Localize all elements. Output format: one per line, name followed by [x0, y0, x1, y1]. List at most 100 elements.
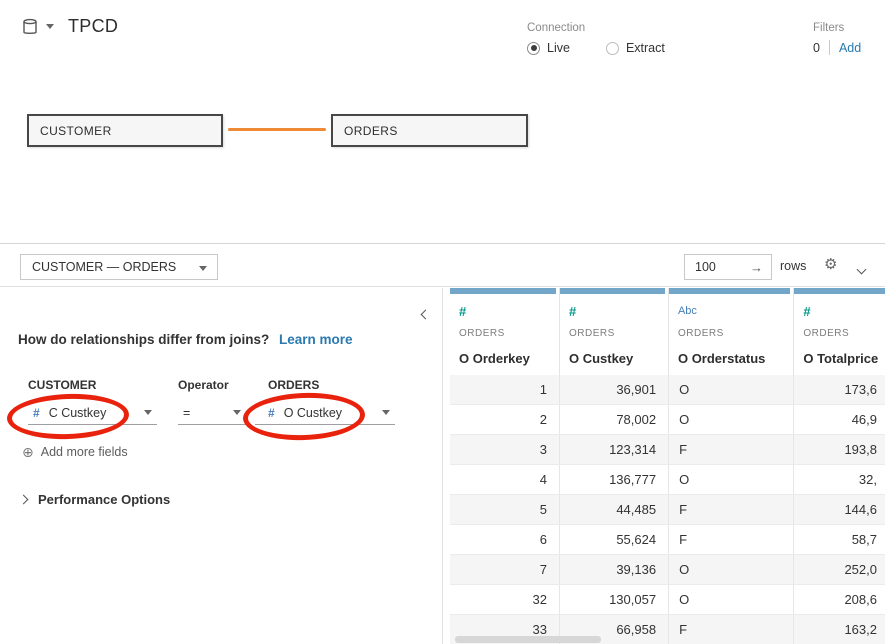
table-cell[interactable]: 55,624	[560, 525, 669, 554]
table-cell[interactable]: 44,485	[560, 495, 669, 524]
table-cell[interactable]: 136,777	[560, 465, 669, 494]
radio-extract[interactable]: Extract	[606, 41, 665, 55]
column-header-o-orderkey[interactable]: #ORDERSO Orderkey	[450, 288, 560, 375]
table-cell[interactable]: 2	[450, 405, 560, 434]
filters-divider	[829, 40, 830, 55]
table-cell[interactable]: 3	[450, 435, 560, 464]
gear-icon[interactable]: ⚙	[824, 257, 837, 272]
add-more-fields-button[interactable]: ⊕ Add more fields	[22, 445, 128, 459]
apply-arrow-icon[interactable]: →	[750, 260, 763, 275]
table-row: 3123,314F193,8	[450, 435, 885, 465]
row-limit-input[interactable]: 100 →	[684, 254, 772, 280]
column-accent-bar	[794, 288, 885, 294]
column-field-name: O Custkey	[569, 351, 668, 366]
column-header-o-custkey[interactable]: # ORDERS O Custkey	[560, 288, 669, 375]
bottom-panel: CUSTOMER — ORDERS 100 → rows ⚙ How do re…	[0, 243, 885, 644]
table-cell[interactable]: 32	[450, 585, 560, 614]
relationship-selector-value: CUSTOMER — ORDERS	[32, 260, 176, 274]
logical-table-customer[interactable]: CUSTOMER	[27, 114, 223, 147]
table-row: 544,485F144,6	[450, 495, 885, 525]
collapse-editor-chevron-icon[interactable]	[422, 305, 429, 323]
table-cell[interactable]: 1	[450, 375, 560, 404]
table-cell[interactable]: 39,136	[560, 555, 669, 584]
logical-table-orders[interactable]: ORDERS	[331, 114, 528, 147]
operator-dropdown[interactable]: =	[178, 401, 246, 425]
add-more-fields-label: Add more fields	[41, 445, 128, 459]
right-table-column-label: ORDERS	[268, 378, 319, 392]
radio-live-label: Live	[547, 41, 570, 55]
left-table-column-label: CUSTOMER	[28, 378, 96, 392]
right-field-value: O Custkey	[284, 406, 342, 420]
table-cell[interactable]: O	[669, 405, 794, 434]
row-limit-value: 100	[695, 260, 716, 274]
filters-section: Filters 0 Add	[813, 22, 861, 55]
table-row: 4136,777O32,	[450, 465, 885, 495]
table-cell[interactable]: 58,7	[794, 525, 885, 554]
table-cell[interactable]: 32,	[794, 465, 885, 494]
left-field-dropdown[interactable]: # C Custkey	[28, 401, 157, 425]
table-cell[interactable]: 7	[450, 555, 560, 584]
table-cell[interactable]: F	[669, 435, 794, 464]
learn-more-link[interactable]: Learn more	[279, 332, 353, 347]
panel-header: CUSTOMER — ORDERS 100 → rows ⚙	[0, 244, 885, 287]
table-cell[interactable]: 173,6	[794, 375, 885, 404]
table-cell[interactable]: F	[669, 495, 794, 524]
table-cell[interactable]: 130,057	[560, 585, 669, 614]
collapse-panel-chevron-icon[interactable]	[858, 260, 865, 278]
radio-extract-label: Extract	[626, 41, 665, 55]
connection-label: Connection	[527, 22, 701, 34]
database-icon[interactable]	[20, 17, 40, 37]
data-preview-pane: #ORDERSO Orderkey # ORDERS O Custkey Abc ORDE…	[444, 288, 885, 644]
table-cell[interactable]: O	[669, 465, 794, 494]
column-header-o-totalprice[interactable]: #ORDERSO Totalprice	[794, 288, 885, 375]
table-cell[interactable]: 46,9	[794, 405, 885, 434]
column-accent-bar	[669, 288, 790, 294]
panel-body: How do relationships differ from joins? …	[0, 288, 885, 644]
table-row: 32130,057O208,6	[450, 585, 885, 615]
relationship-connector-line[interactable]	[228, 128, 326, 131]
table-cell[interactable]: 208,6	[794, 585, 885, 614]
column-table-caption: ORDERS	[569, 328, 668, 339]
database-menu-caret-icon[interactable]	[46, 24, 54, 29]
radio-extract-icon[interactable]	[606, 42, 619, 55]
table-cell[interactable]: 78,002	[560, 405, 669, 434]
column-accent-bar	[560, 288, 665, 294]
chevron-down-icon	[233, 410, 241, 415]
table-cell[interactable]: 193,8	[794, 435, 885, 464]
column-field-name: O Orderkey	[459, 351, 559, 366]
horizontal-scrollbar[interactable]	[455, 636, 601, 643]
table-cell[interactable]: F	[669, 525, 794, 554]
table-cell[interactable]: 5	[450, 495, 560, 524]
performance-options-label: Performance Options	[38, 492, 170, 507]
table-cell[interactable]: 36,901	[560, 375, 669, 404]
relationship-selector-dropdown[interactable]: CUSTOMER — ORDERS	[20, 254, 218, 280]
table-cell[interactable]: 163,2	[794, 615, 885, 644]
table-cell[interactable]: O	[669, 375, 794, 404]
table-cell[interactable]: 252,0	[794, 555, 885, 584]
table-row: 278,002O46,9	[450, 405, 885, 435]
relationship-help-text: How do relationships differ from joins? …	[18, 332, 353, 347]
table-cell[interactable]: 4	[450, 465, 560, 494]
table-body: 136,901O173,6278,002O46,93123,314F193,84…	[450, 375, 885, 644]
performance-options-toggle[interactable]: Performance Options	[20, 492, 170, 507]
table-row: 136,901O173,6	[450, 375, 885, 405]
text-type-icon: Abc	[678, 304, 793, 319]
radio-live-icon[interactable]	[527, 42, 540, 55]
datasource-title-group: TPCD	[20, 16, 118, 37]
chevron-right-icon	[19, 495, 29, 505]
column-accent-bar	[450, 288, 556, 294]
number-type-icon: #	[569, 304, 668, 319]
chevron-down-icon	[382, 410, 390, 415]
chevron-down-icon	[199, 266, 207, 271]
radio-live[interactable]: Live	[527, 41, 570, 55]
column-table-caption: ORDERS	[678, 328, 793, 339]
table-cell[interactable]: 6	[450, 525, 560, 554]
table-cell[interactable]: 123,314	[560, 435, 669, 464]
right-field-dropdown[interactable]: # O Custkey	[255, 401, 395, 425]
table-cell[interactable]: O	[669, 555, 794, 584]
column-header-o-orderstatus[interactable]: AbcORDERSO Orderstatus	[669, 288, 794, 375]
filters-add-link[interactable]: Add	[839, 41, 861, 55]
table-cell[interactable]: F	[669, 615, 794, 644]
table-cell[interactable]: 144,6	[794, 495, 885, 524]
table-cell[interactable]: O	[669, 585, 794, 614]
